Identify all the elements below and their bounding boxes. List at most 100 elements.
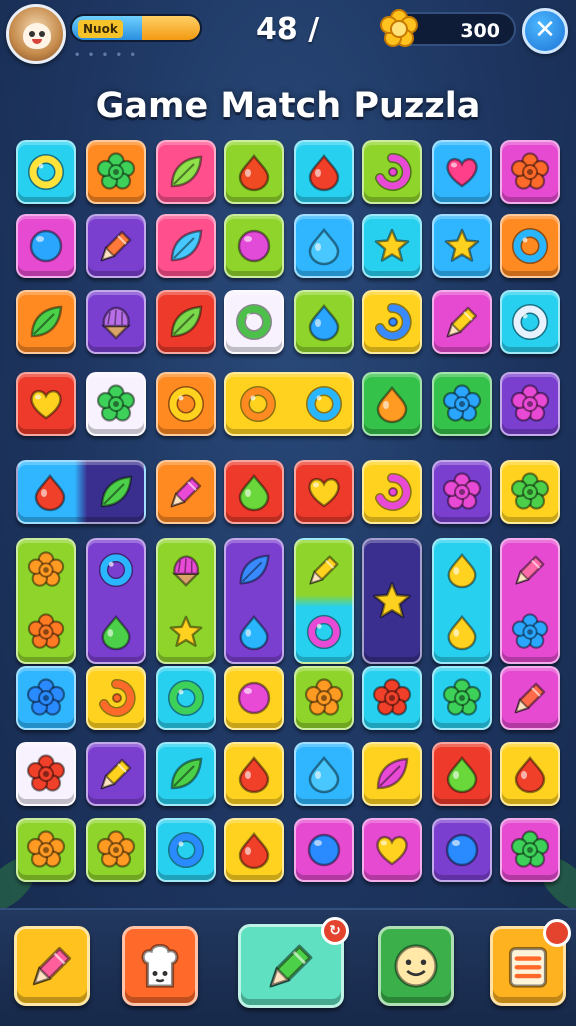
tile-r9-c8[interactable] (500, 818, 560, 882)
tile-r3-c1[interactable] (16, 290, 76, 354)
leaf-icon (30, 305, 63, 338)
drop-icon (238, 755, 270, 794)
tile-r7-c4[interactable] (224, 666, 284, 730)
flower-icon (372, 678, 412, 716)
flower-icon (26, 754, 66, 792)
tile-r5-c7[interactable] (432, 460, 492, 524)
ring-icon (512, 304, 548, 340)
tile-r7-c6[interactable] (362, 666, 422, 730)
drop-icon (308, 303, 340, 342)
tile-r2-c2[interactable] (86, 214, 146, 278)
tile-r3-c4[interactable] (224, 290, 284, 354)
tile-r8-c4[interactable] (224, 742, 284, 806)
tile-r1-c3[interactable] (156, 140, 216, 204)
tile-r5-c5[interactable] (294, 460, 354, 524)
tile-r9-c5[interactable] (294, 818, 354, 882)
tile-r9-c3[interactable] (156, 818, 216, 882)
tile-r8-c2[interactable] (86, 742, 146, 806)
notification-badge: ↻ (321, 917, 349, 945)
tile-r6-c7[interactable] (432, 538, 492, 664)
tile-r9-c4[interactable] (224, 818, 284, 882)
tile-r7-c8[interactable] (500, 666, 560, 730)
tile-r6-c4[interactable] (224, 538, 284, 664)
tile-r2-c4[interactable] (224, 214, 284, 278)
leaf-icon (170, 155, 203, 188)
pencil-icon (515, 555, 545, 585)
tile-r2-c5[interactable] (294, 214, 354, 278)
tile-r6-c1[interactable] (16, 538, 76, 664)
flower-icon (304, 678, 344, 716)
pencil-icon (269, 944, 313, 988)
tile-r2-c6[interactable] (362, 214, 422, 278)
tile-r8-c5[interactable] (294, 742, 354, 806)
tile-r4-c7[interactable] (432, 372, 492, 436)
tile-r5-c1[interactable] (16, 460, 146, 524)
tile-r6-c2[interactable] (86, 538, 146, 664)
tile-r7-c7[interactable] (432, 666, 492, 730)
tile-r7-c1[interactable] (16, 666, 76, 730)
ring-icon (306, 386, 342, 422)
star-icon (374, 228, 410, 262)
tile-r7-c5[interactable] (294, 666, 354, 730)
tile-r2-c1[interactable] (16, 214, 76, 278)
drop-icon (238, 831, 270, 870)
tile-r1-c8[interactable] (500, 140, 560, 204)
ring-icon (512, 228, 548, 264)
flower-icon (510, 472, 550, 510)
tile-r4-c1[interactable] (16, 372, 76, 436)
tile-r8-c6[interactable] (362, 742, 422, 806)
leaf-icon (170, 757, 203, 790)
tile-r8-c1[interactable] (16, 742, 76, 806)
flower-icon (442, 678, 482, 716)
tile-r4-c4[interactable] (224, 372, 354, 436)
tile-r3-c8[interactable] (500, 290, 560, 354)
tile-r1-c4[interactable] (224, 140, 284, 204)
tile-r8-c7[interactable] (432, 742, 492, 806)
tile-r6-c3[interactable] (156, 538, 216, 664)
tile-r9-c6[interactable] (362, 818, 422, 882)
menu-list-button[interactable] (490, 919, 571, 1006)
drop-icon (238, 153, 270, 192)
chef-booster-button[interactable] (122, 926, 198, 1006)
shovel-booster-button[interactable]: ↻ (238, 917, 349, 1008)
tile-r3-c7[interactable] (432, 290, 492, 354)
tile-r3-c3[interactable] (156, 290, 216, 354)
tile-r6-c8[interactable] (500, 538, 560, 664)
tile-r4-c3[interactable] (156, 372, 216, 436)
pencil-tool-button[interactable] (14, 926, 90, 1006)
tile-r5-c4[interactable] (224, 460, 284, 524)
tile-r9-c7[interactable] (432, 818, 492, 882)
tile-r4-c6[interactable] (362, 372, 422, 436)
hint-face-button[interactable] (378, 926, 454, 1006)
tile-r7-c3[interactable] (156, 666, 216, 730)
tile-r9-c1[interactable] (16, 818, 76, 882)
tile-r1-c2[interactable] (86, 140, 146, 204)
tile-r3-c2[interactable] (86, 290, 146, 354)
tile-r9-c2[interactable] (86, 818, 146, 882)
tile-r1-c6[interactable] (362, 140, 422, 204)
heart-icon (376, 835, 408, 866)
tile-r2-c3[interactable] (156, 214, 216, 278)
tile-r6-c6[interactable] (362, 538, 422, 664)
tile-r4-c2[interactable] (86, 372, 146, 436)
tile-r1-c5[interactable] (294, 140, 354, 204)
tile-r7-c2[interactable] (86, 666, 146, 730)
tile-r2-c7[interactable] (432, 214, 492, 278)
tile-r3-c6[interactable] (362, 290, 422, 354)
tile-r5-c8[interactable] (500, 460, 560, 524)
swirl-icon (375, 473, 412, 511)
tile-r8-c8[interactable] (500, 742, 560, 806)
drop-icon (514, 755, 546, 794)
drop-icon (239, 614, 269, 651)
tile-r1-c7[interactable] (432, 140, 492, 204)
drop-icon (446, 755, 478, 794)
drop-icon (447, 552, 477, 589)
tile-r5-c3[interactable] (156, 460, 216, 524)
tile-r5-c6[interactable] (362, 460, 422, 524)
tile-r3-c5[interactable] (294, 290, 354, 354)
tile-r4-c8[interactable] (500, 372, 560, 436)
tile-r6-c5[interactable] (294, 538, 354, 664)
tile-r8-c3[interactable] (156, 742, 216, 806)
tile-r2-c8[interactable] (500, 214, 560, 278)
tile-r1-c1[interactable] (16, 140, 76, 204)
